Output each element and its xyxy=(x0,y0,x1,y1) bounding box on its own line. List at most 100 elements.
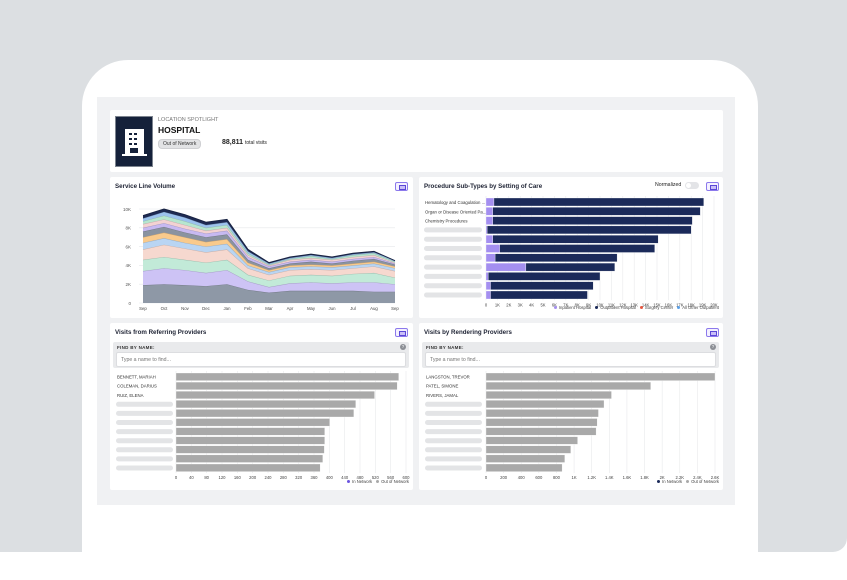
redacted-label xyxy=(116,410,173,416)
legend-label[interactable]: Surgery Center xyxy=(645,305,673,310)
bar-out-of-network xyxy=(175,418,330,427)
bar-inpatient-hospital xyxy=(485,197,495,207)
x-tick-label: 160 xyxy=(234,475,242,480)
chart-legend: In Network Out of Network xyxy=(653,479,719,484)
rendering-providers-card: Visits by Rendering Providers FIND BY NA… xyxy=(419,323,723,490)
bar-out-of-network xyxy=(175,391,375,399)
x-tick-label: 1K xyxy=(572,475,577,480)
y-tick-label: 4K xyxy=(125,263,131,268)
x-tick-label: 1K xyxy=(495,302,500,307)
bar-inpatient-hospital xyxy=(485,244,500,253)
bar-out-of-network xyxy=(175,454,323,463)
bar-out-of-network xyxy=(485,445,571,454)
legend-swatch xyxy=(347,480,351,484)
legend-label[interactable]: In Network xyxy=(662,479,682,484)
total-visits-value: 88,811 xyxy=(222,139,244,146)
chart-legend: Inpatient Hospital Outpatient Hospital Sur… xyxy=(550,305,719,310)
category-label: Organ or Disease Oriented Pa... xyxy=(425,209,486,214)
legend-label[interactable]: In Network xyxy=(352,479,372,484)
x-tick-label: Dec xyxy=(202,306,210,311)
bar-out-of-network xyxy=(485,463,563,472)
legend-label[interactable]: Out of Network xyxy=(381,479,409,484)
redacted-label xyxy=(424,236,482,242)
x-tick-label: 80 xyxy=(204,475,209,480)
x-tick-label: 280 xyxy=(280,475,288,480)
x-tick-label: Sep xyxy=(139,306,147,311)
total-visits-label: total visits xyxy=(244,140,267,146)
redacted-label xyxy=(424,264,482,270)
bar-out-of-network xyxy=(175,445,325,454)
legend-label[interactable]: All Other Outpatient xyxy=(682,305,719,310)
x-tick-label: 120 xyxy=(219,475,227,480)
bar-inpatient-hospital xyxy=(485,207,493,216)
x-tick-label: 360 xyxy=(311,475,319,480)
legend-label[interactable]: Inpatient Hospital xyxy=(559,305,591,310)
x-tick-label: Mar xyxy=(265,306,273,311)
x-tick-label: 40 xyxy=(189,475,194,480)
bar-out-of-network xyxy=(485,409,599,418)
bar-inpatient-hospital xyxy=(485,272,489,281)
bar-outpatient-hospital xyxy=(490,281,594,290)
x-tick-label: 0 xyxy=(485,302,488,307)
location-header-card: LOCATION SPOTLIGHT HOSPITAL Out of Netwo… xyxy=(110,110,723,172)
x-tick-label: 600 xyxy=(535,475,543,480)
category-label: COLEMAN, DARIUS xyxy=(117,384,157,389)
x-tick-label: 400 xyxy=(518,475,526,480)
x-tick-label: 1.6K xyxy=(623,475,632,480)
redacted-label xyxy=(425,410,482,416)
x-tick-label: 240 xyxy=(265,475,273,480)
legend-label[interactable]: Out of Network xyxy=(691,479,719,484)
bar-out-of-network xyxy=(175,427,325,436)
category-label: PATEL, SIMONE xyxy=(426,384,458,389)
x-tick-label: 1.4K xyxy=(605,475,614,480)
bar-out-of-network xyxy=(175,381,398,390)
category-label: RIVERS, JAMAL xyxy=(426,393,459,398)
x-tick-label: 2K xyxy=(506,302,511,307)
redacted-label xyxy=(424,255,482,261)
bar-inpatient-hospital xyxy=(485,253,496,262)
legend-swatch xyxy=(595,306,599,310)
legend-swatch xyxy=(553,306,557,310)
legend-swatch xyxy=(639,306,643,310)
procedure-subtypes-card: Procedure Sub-Types by Setting of Care N… xyxy=(419,177,723,318)
bar-inpatient-hospital xyxy=(485,281,491,290)
rendering-bar-chart: 0 200 400 600 800 1K 1.2K 1.4K 1.6K 1.8K 2K 2.2K 2.4… xyxy=(425,371,720,480)
legend-swatch xyxy=(686,480,690,484)
redacted-label xyxy=(424,246,482,251)
network-status-badge: Out of Network xyxy=(158,139,202,149)
x-tick-label: 1.8K xyxy=(640,475,649,480)
bar-out-of-network xyxy=(175,372,399,381)
x-tick-label: 400 xyxy=(326,475,334,480)
bar-out-of-network xyxy=(485,418,598,427)
location-title: HOSPITAL xyxy=(158,125,201,135)
x-tick-label: May xyxy=(307,306,316,311)
y-tick-label: 2K xyxy=(125,282,131,287)
x-tick-label: Sep xyxy=(391,306,399,311)
legend-swatch xyxy=(376,480,380,484)
x-tick-label: 320 xyxy=(295,475,303,480)
x-tick-label: 800 xyxy=(553,475,561,480)
bar-outpatient-hospital xyxy=(494,253,618,262)
redacted-label xyxy=(425,401,482,407)
redacted-label xyxy=(116,401,173,407)
x-tick-label: Jan xyxy=(224,306,232,311)
bar-inpatient-hospital xyxy=(485,290,491,300)
bar-out-of-network xyxy=(485,454,565,463)
x-tick-label: 200 xyxy=(249,475,257,480)
x-tick-label: Oct xyxy=(161,306,168,311)
redacted-label xyxy=(424,292,482,298)
x-tick-label: Jul xyxy=(350,306,356,311)
x-tick-label: 1.2K xyxy=(587,475,596,480)
bar-outpatient-hospital xyxy=(486,225,692,235)
x-tick-label: Jun xyxy=(329,306,337,311)
eyebrow-label: LOCATION SPOTLIGHT xyxy=(158,117,219,123)
x-tick-label: Apr xyxy=(287,306,294,311)
category-label: LANGSTON, TREVOR xyxy=(426,375,470,380)
category-label: BENNETT, MARIAH xyxy=(117,375,156,380)
redacted-label xyxy=(424,273,482,279)
redacted-label xyxy=(116,438,173,444)
y-tick-label: 6K xyxy=(125,244,131,249)
bar-out-of-network xyxy=(485,372,716,381)
total-visits: 88,811 total visits xyxy=(222,139,267,146)
legend-label[interactable]: Outpatient Hospital xyxy=(600,305,636,310)
